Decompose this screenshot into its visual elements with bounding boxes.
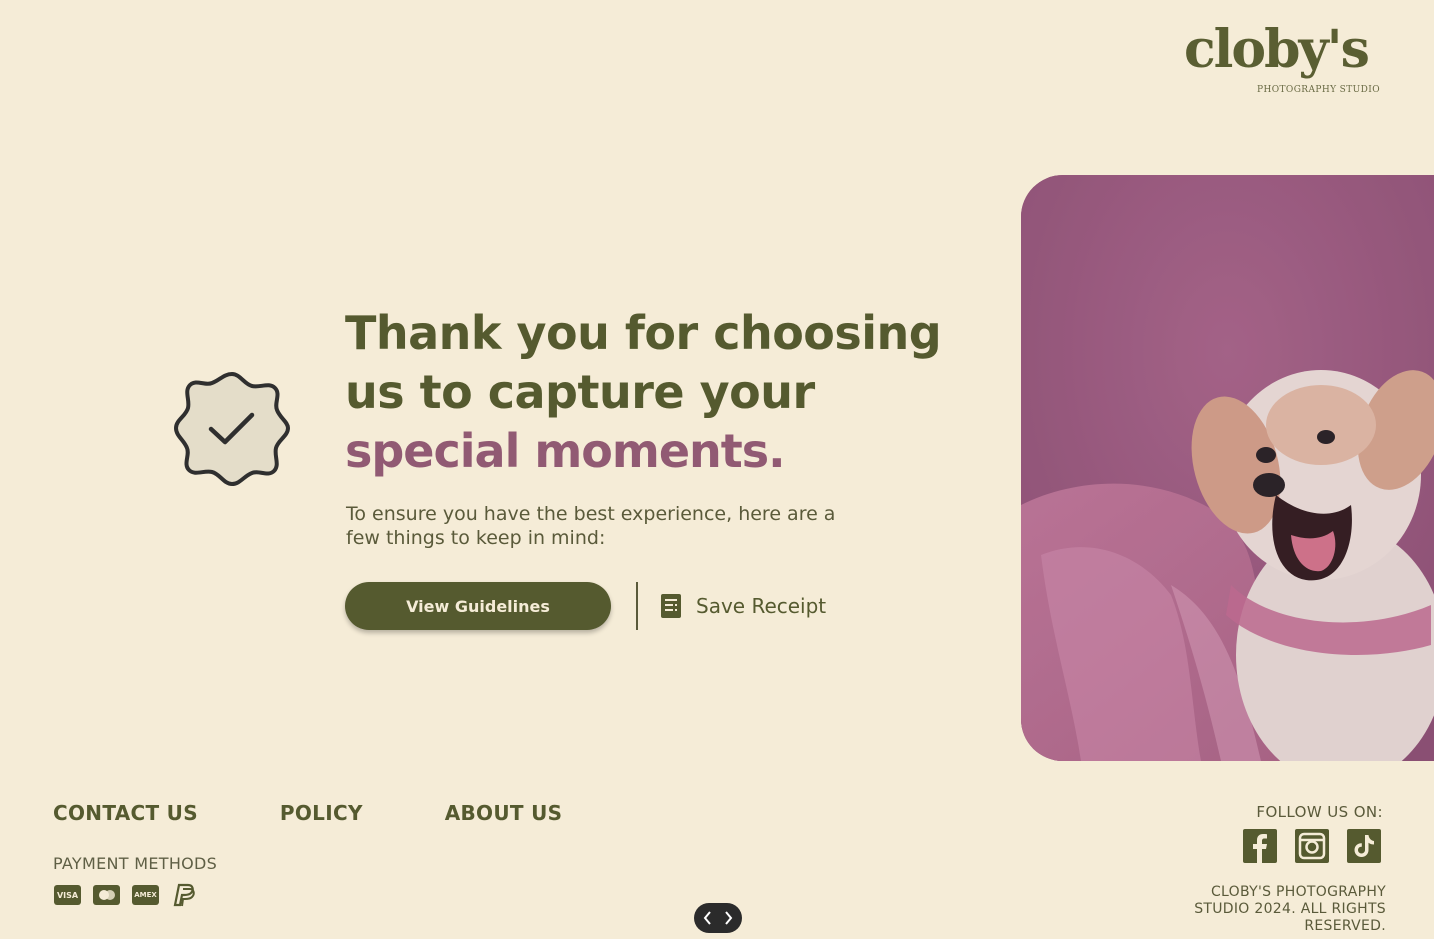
chevron-right-icon[interactable]	[720, 908, 736, 928]
logo-subtitle: PHOTOGRAPHY STUDIO	[1257, 85, 1380, 95]
headline-accent: special moments.	[345, 424, 786, 478]
button-divider	[636, 582, 638, 630]
instagram-icon[interactable]	[1295, 829, 1329, 863]
brand-logo[interactable]: cloby's PHOTOGRAPHY STUDIO	[1184, 20, 1384, 100]
logo-wordmark: cloby's	[1184, 19, 1370, 80]
amex-icon: AMEX	[132, 885, 159, 905]
mastercard-icon	[93, 885, 120, 905]
hero-subtext: To ensure you have the best experience, …	[346, 503, 836, 549]
policy-link[interactable]: POLICY	[280, 801, 363, 825]
thank-you-headline: Thank you for choosing us to capture you…	[345, 304, 942, 481]
contact-us-link[interactable]: CONTACT US	[53, 801, 198, 825]
payment-methods-label: PAYMENT METHODS	[53, 854, 218, 873]
headline-line-2: us to capture your	[345, 365, 815, 419]
check-badge-icon	[174, 371, 290, 486]
social-links	[1243, 829, 1381, 863]
save-receipt-button[interactable]: Save Receipt	[660, 590, 826, 622]
receipt-icon	[661, 594, 681, 618]
visa-icon: VISA	[54, 885, 81, 905]
about-us-link[interactable]: ABOUT US	[445, 801, 563, 825]
dog-photo	[1021, 175, 1434, 761]
payment-icons: VISA AMEX	[54, 882, 197, 908]
tiktok-icon[interactable]	[1347, 829, 1381, 863]
paypal-icon	[173, 883, 195, 907]
carousel-pager	[694, 903, 742, 933]
view-guidelines-button[interactable]: View Guidelines	[345, 582, 611, 630]
save-receipt-label: Save Receipt	[696, 594, 827, 618]
copyright-text: CLOBY'S PHOTOGRAPHY STUDIO 2024. ALL RIG…	[1194, 884, 1386, 934]
follow-us-label: FOLLOW US ON:	[1256, 803, 1383, 821]
footer-nav: CONTACT US POLICY ABOUT US	[53, 801, 562, 825]
facebook-icon[interactable]	[1243, 829, 1277, 863]
headline-line-1: Thank you for choosing	[345, 306, 942, 360]
chevron-left-icon[interactable]	[700, 908, 716, 928]
